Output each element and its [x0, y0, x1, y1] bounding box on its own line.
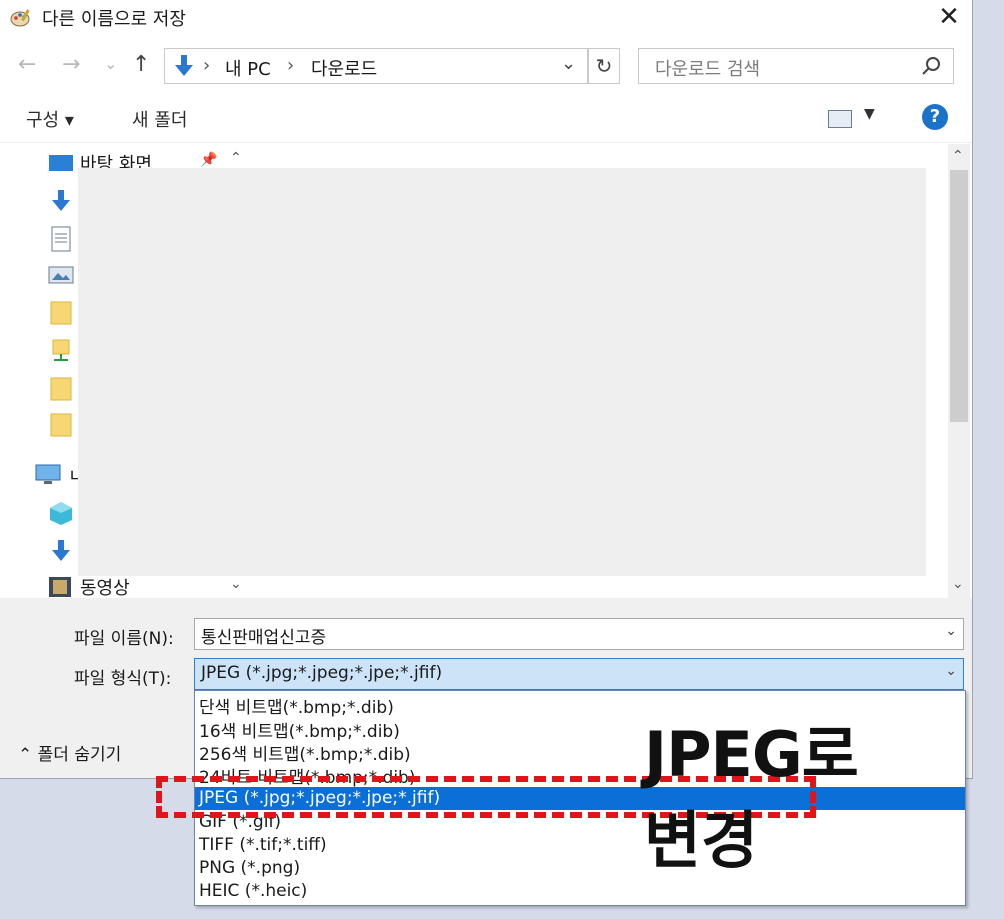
breadcrumb-separator: › [287, 55, 295, 76]
view-mode-icon[interactable] [828, 110, 852, 128]
address-dropdown-icon[interactable]: ⌄ [561, 53, 576, 74]
option-256-color-bitmap[interactable]: 256색 비트맵(*.bmp;*.dib) [199, 740, 411, 765]
desktop-icon [49, 155, 73, 171]
hide-folders-toggle[interactable]: ⌃ 폴더 숨기기 [18, 740, 121, 765]
save-as-dialog: 다른 이름으로 저장 ✕ ← → ⌄ ↑ › 내 PC › 다운로드 ⌄ ↻ 다… [0, 0, 973, 779]
breadcrumb-this-pc[interactable]: 내 PC [225, 55, 271, 81]
filename-field[interactable]: 통신판매업신고증 ⌄ [194, 618, 964, 650]
documents-icon[interactable] [50, 226, 72, 252]
option-heic[interactable]: HEIC (*.heic) [199, 881, 307, 901]
network-folder-icon[interactable] [50, 338, 72, 364]
filetype-label: 파일 형식(T): [74, 669, 172, 689]
chevron-down-icon[interactable]: ⌄ [945, 623, 957, 639]
redacted-file-area [78, 168, 926, 576]
downloads-icon[interactable] [48, 538, 74, 564]
folder-icon[interactable] [50, 300, 72, 326]
filename-value: 통신판매업신고증 [201, 628, 327, 648]
search-icon [922, 57, 940, 75]
navigation-bar: ← → ⌄ ↑ › 내 PC › 다운로드 ⌄ ↻ 다운로드 검색 [0, 44, 972, 92]
breadcrumb-separator: › [203, 55, 211, 76]
filename-label: 파일 이름(N): [74, 629, 174, 649]
option-mono-bitmap[interactable]: 단색 비트맵(*.bmp;*.dib) [199, 693, 394, 718]
3d-objects-icon[interactable] [48, 500, 74, 526]
recent-locations-button[interactable]: ⌄ [104, 54, 117, 73]
scroll-thumb[interactable] [950, 170, 968, 422]
address-bar[interactable]: › 내 PC › 다운로드 ⌄ [164, 48, 588, 84]
new-folder-button[interactable]: 새 폴더 [132, 106, 187, 132]
option-png[interactable]: PNG (*.png) [199, 858, 300, 878]
nav-scroll-up-icon[interactable]: ⌃ [230, 150, 242, 166]
chevron-down-icon[interactable]: ⌄ [945, 663, 957, 679]
search-placeholder: 다운로드 검색 [655, 59, 761, 80]
view-dropdown-button[interactable]: ▼ [864, 106, 875, 122]
refresh-button[interactable]: ↻ [588, 48, 620, 84]
pin-icon: 📌 [200, 152, 218, 168]
folder-icon[interactable] [50, 376, 72, 402]
forward-button[interactable]: → [62, 52, 80, 77]
scroll-down-icon[interactable]: ⌄ [952, 576, 964, 592]
filetype-value: JPEG (*.jpg;*.jpeg;*.jpe;*.jfif) [201, 663, 443, 683]
annotation-line2: 변경 [644, 804, 759, 877]
sidebar-item-videos[interactable]: 동영상 [80, 574, 130, 598]
filetype-select[interactable]: JPEG (*.jpg;*.jpeg;*.jpe;*.jfif) ⌄ [194, 658, 964, 690]
option-16-color-bitmap[interactable]: 16색 비트맵(*.bmp;*.dib) [199, 717, 400, 742]
title-bar: 다른 이름으로 저장 ✕ [0, 0, 972, 36]
organize-button[interactable]: 구성 ▾ [26, 106, 74, 132]
pictures-icon[interactable] [48, 266, 74, 286]
help-button[interactable]: ? [922, 104, 948, 130]
downloads-icon[interactable] [48, 188, 74, 214]
downloads-folder-icon [175, 55, 193, 76]
option-tiff[interactable]: TIFF (*.tif;*.tiff) [199, 835, 327, 855]
command-bar: 구성 ▾ 새 폴더 ▼ ? [0, 96, 972, 143]
close-button[interactable]: ✕ [932, 2, 966, 32]
folder-icon[interactable] [50, 412, 72, 438]
scroll-up-icon[interactable]: ⌃ [952, 148, 964, 164]
paint-palette-icon [10, 9, 30, 27]
nav-scroll-down-icon[interactable]: ⌄ [230, 576, 242, 592]
search-box[interactable]: 다운로드 검색 [638, 48, 954, 84]
breadcrumb-downloads[interactable]: 다운로드 [311, 55, 377, 81]
file-list-scrollbar[interactable]: ⌃ ⌄ [948, 144, 970, 598]
annotation-line1: JPEG로 [644, 718, 859, 791]
window-title: 다른 이름으로 저장 [42, 9, 186, 30]
back-button[interactable]: ← [18, 52, 36, 77]
video-icon[interactable] [48, 576, 72, 598]
up-button[interactable]: ↑ [132, 52, 150, 77]
this-pc-icon[interactable] [34, 464, 62, 486]
